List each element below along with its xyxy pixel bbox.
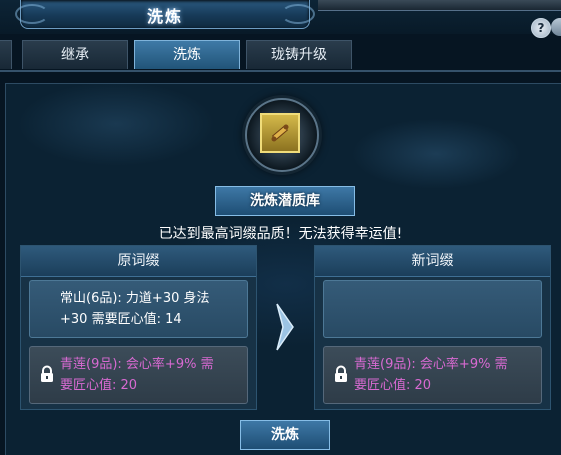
tab-wash[interactable]: 洗炼 (134, 40, 240, 69)
original-affix-line2: +30 需要匠心值: 14 (60, 312, 182, 327)
title-bar: 洗炼 (0, 0, 561, 34)
original-affix-title: 原词缀 (21, 246, 256, 277)
tab-upgrade[interactable]: 珑铸升级 (246, 40, 352, 69)
new-affix-panel: 新词缀 青莲(9品): 会心率+9% 需 要匠心值: 20 (314, 245, 551, 410)
max-quality-notice: 已达到最高词缀品质！无法获得幸运值! (158, 226, 403, 242)
original-affix-box: 常山(6品): 力道+30 身法 +30 需要匠心值: 14 (29, 280, 248, 338)
item-medallion[interactable] (245, 98, 319, 172)
original-locked-line2: 要匠心值: 20 (60, 378, 138, 393)
tab-hidden-left[interactable] (0, 40, 12, 69)
window-title: 洗炼 (146, 7, 183, 26)
title-plaque: 洗炼 (15, 0, 315, 29)
wash-button[interactable]: 洗炼 (240, 420, 330, 450)
new-locked-line2: 要匠心值: 20 (354, 378, 432, 393)
top-right-frame (318, 0, 561, 11)
new-locked-affix[interactable]: 青莲(9品): 会心率+9% 需 要匠心值: 20 (323, 346, 542, 404)
scroll-icon (271, 124, 289, 142)
new-locked-line1: 青莲(9品): 会心率+9% 需 (354, 357, 508, 372)
tab-inherit[interactable]: 继承 (22, 40, 128, 69)
tab-bar: 继承 洗炼 珑铸升级 (0, 40, 561, 70)
lock-icon (41, 365, 53, 382)
tab-divider (0, 70, 561, 72)
chevron-right-icon (276, 303, 294, 351)
original-affix-line1: 常山(6品): 力道+30 身法 (60, 291, 210, 306)
new-affix-title: 新词缀 (315, 246, 550, 277)
lock-icon (335, 365, 347, 382)
help-button[interactable]: ? (531, 18, 551, 38)
original-affix-panel: 原词缀 常山(6品): 力道+30 身法 +30 需要匠心值: 14 青莲(9品… (20, 245, 257, 410)
item-slot[interactable] (260, 113, 300, 153)
original-locked-affix[interactable]: 青莲(9品): 会心率+9% 需 要匠心值: 20 (29, 346, 248, 404)
original-locked-line1: 青莲(9品): 会心率+9% 需 (60, 357, 214, 372)
new-affix-box (323, 280, 542, 338)
potential-library-button[interactable]: 洗炼潜质库 (215, 186, 355, 216)
